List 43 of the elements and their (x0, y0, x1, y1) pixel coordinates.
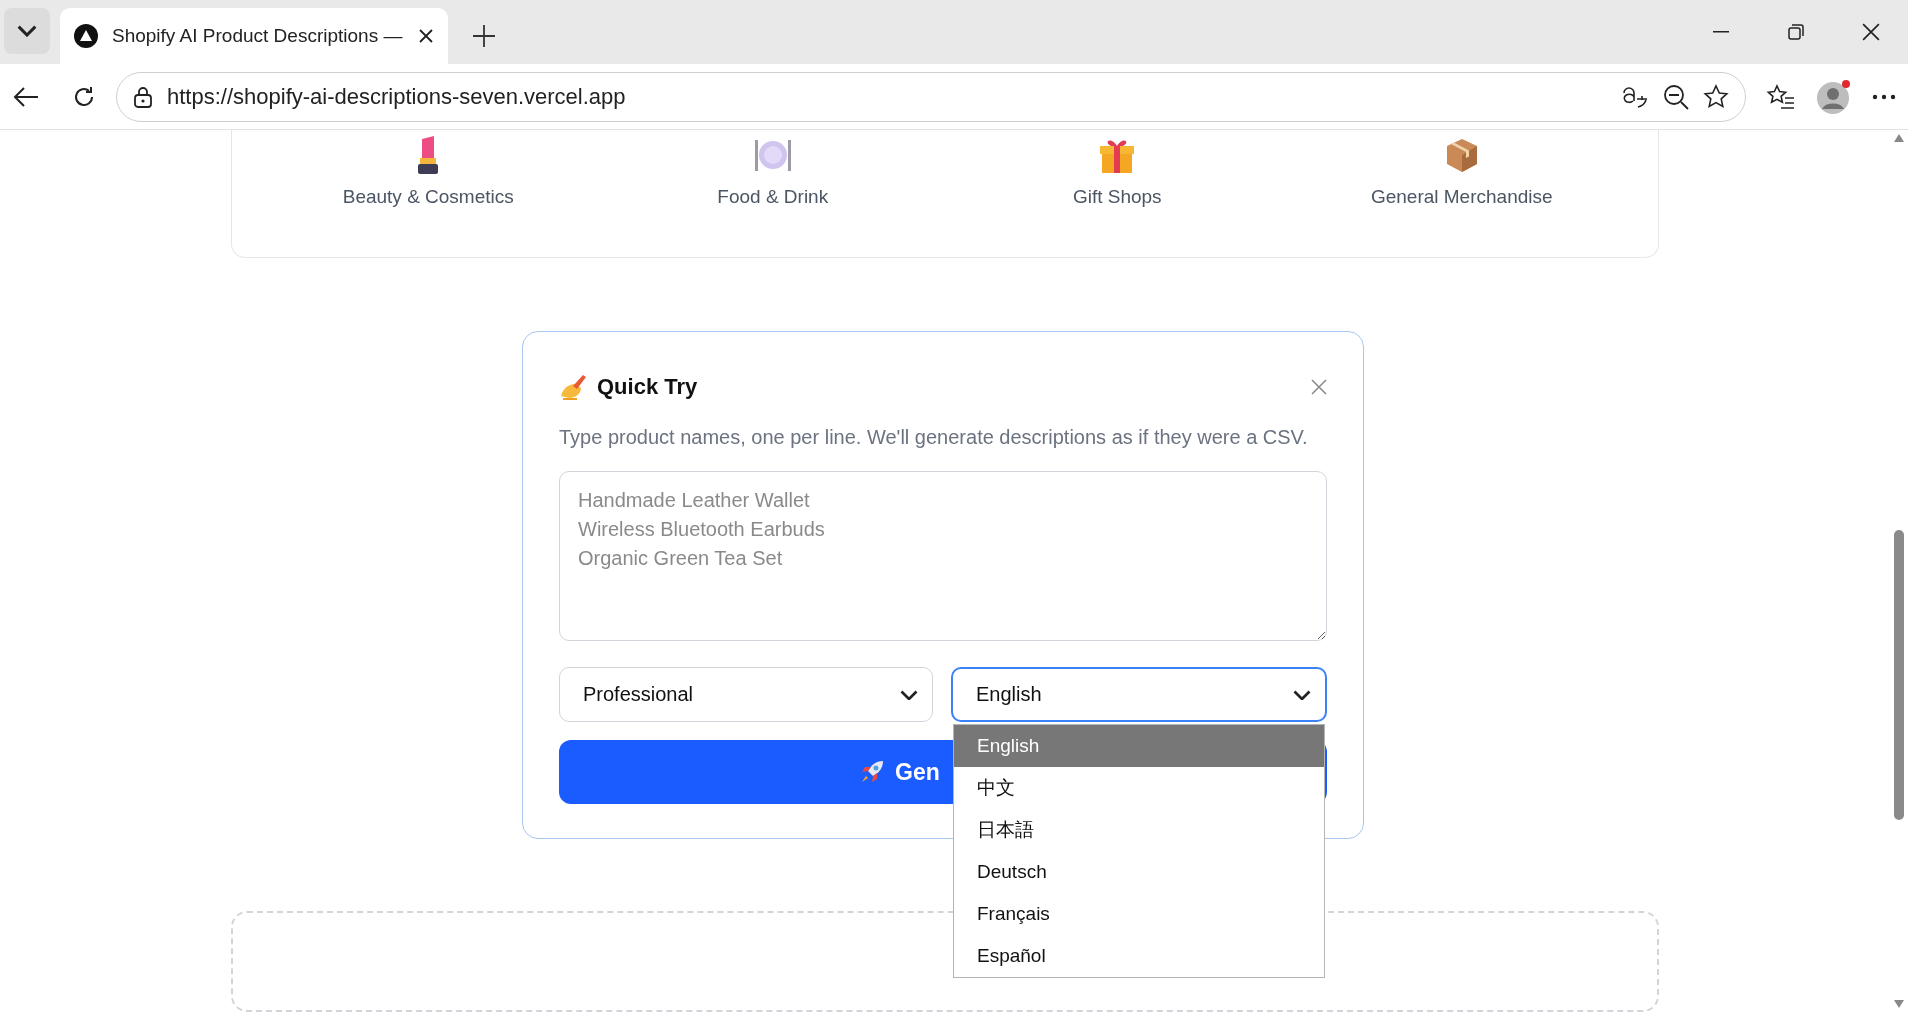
url-text: https://shopify-ai-descriptions-seven.vercel.app (167, 83, 627, 110)
back-arrow-icon (12, 84, 40, 109)
close-icon (1861, 23, 1880, 41)
instructions-text: Type product names, one per line. We'll generate descriptions as if they were a CSV. (559, 426, 1309, 450)
browser-tab[interactable]: Shopify AI Product Descriptions — (60, 8, 448, 64)
close-tab-button[interactable] (418, 28, 434, 44)
chevron-down-icon (1293, 689, 1311, 701)
product-names-field[interactable]: Handmade Leather Wallet Wireless Bluetooth Earbuds Organic Green Tea Set (559, 471, 1327, 642)
back-button[interactable] (12, 84, 40, 109)
favorites-icon[interactable] (1766, 83, 1796, 110)
box-icon (1444, 137, 1479, 173)
plate-icon (752, 137, 793, 173)
tone-select[interactable]: Professional (559, 667, 933, 723)
tab-title: Shopify AI Product Descriptions — (112, 25, 404, 47)
category-label: Food & Drink (717, 186, 829, 208)
reload-icon (72, 84, 96, 109)
language-option[interactable]: English (954, 725, 1324, 768)
minimize-icon (1712, 31, 1729, 33)
tab-list-button[interactable] (4, 8, 50, 54)
zoom-out-icon[interactable] (1663, 83, 1689, 110)
category-label: General Merchandise (1370, 186, 1553, 208)
reload-button[interactable] (72, 84, 96, 109)
chevron-down-icon (900, 689, 918, 701)
lock-icon (133, 85, 153, 108)
category-label: Beauty & Cosmetics (342, 186, 514, 208)
scrollbar-thumb[interactable] (1894, 530, 1904, 820)
plus-icon (472, 24, 496, 48)
category-label: Gift Shops (1072, 186, 1162, 208)
scroll-up-icon (1894, 134, 1904, 142)
close-icon (1311, 379, 1327, 396)
new-tab-button[interactable] (472, 24, 496, 48)
restore-icon (1787, 24, 1804, 40)
translate-icon[interactable] (1621, 84, 1649, 109)
close-icon (418, 28, 434, 44)
site-logo-icon (74, 24, 98, 48)
address-bar[interactable]: https://shopify-ai-descriptions-seven.vercel.app (116, 71, 1746, 122)
profile-avatar-icon[interactable] (1816, 78, 1852, 115)
chevron-down-icon (17, 25, 37, 37)
scroll-down-icon (1894, 1000, 1904, 1008)
star-icon[interactable] (1703, 83, 1729, 110)
more-icon[interactable] (1872, 93, 1896, 100)
close-button[interactable] (1311, 379, 1327, 396)
quick-try-title: Quick Try (597, 374, 698, 401)
